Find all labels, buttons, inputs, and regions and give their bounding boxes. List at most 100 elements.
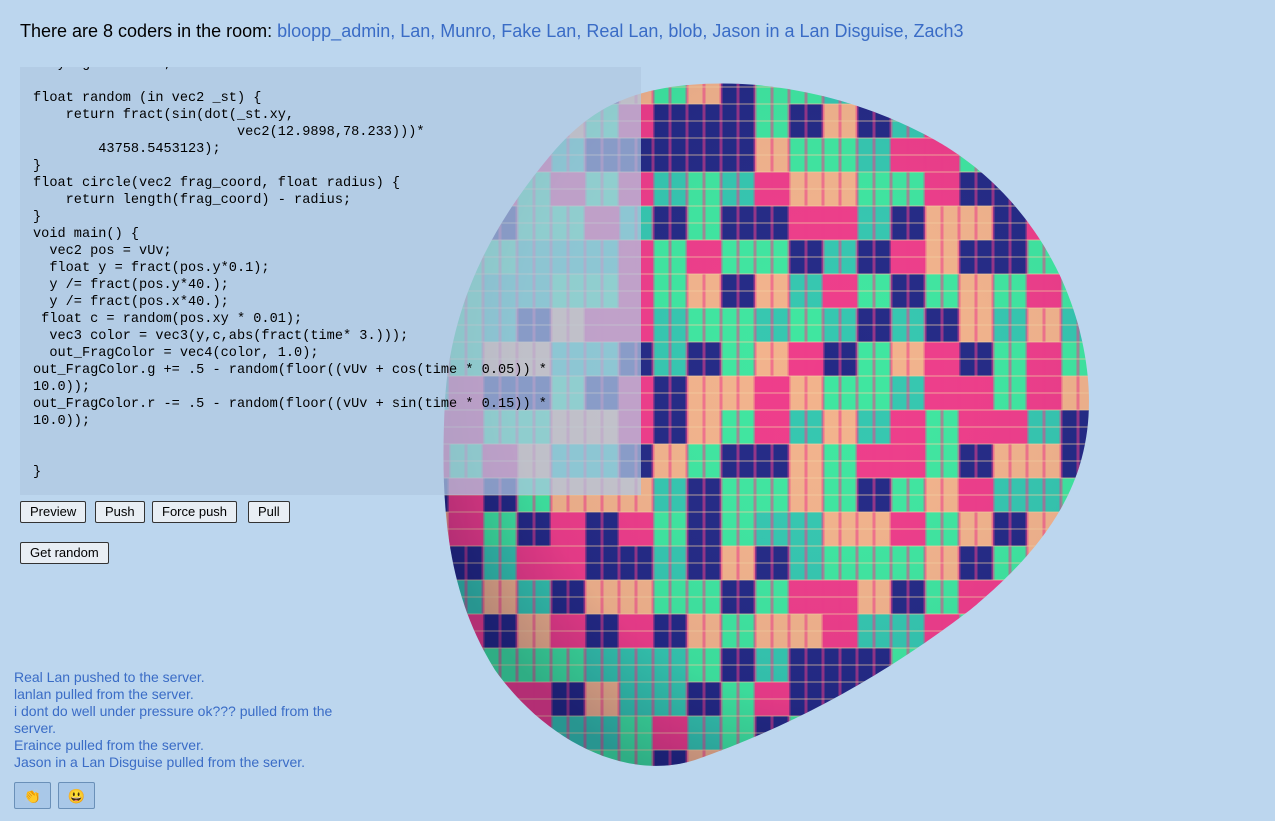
shader-cell [789, 716, 823, 750]
clapping-hands-icon: 👏 [23, 788, 42, 804]
shader-cell [1061, 206, 1089, 240]
shader-cell [1095, 648, 1105, 682]
room-header: There are 8 coders in the room: bloopp_a… [20, 21, 964, 42]
shader-cell [1095, 240, 1105, 274]
shader-cell [1095, 682, 1105, 716]
shader-cell [1027, 750, 1061, 766]
shader-cell [1095, 410, 1105, 444]
shader-cell [857, 750, 891, 766]
shader-cell [1061, 83, 1089, 104]
shader-cell [959, 104, 993, 138]
shader-cell [1061, 240, 1089, 274]
shader-cell [891, 716, 925, 750]
shader-cell [1095, 478, 1105, 512]
shader-cell [1061, 546, 1089, 580]
shader-cell [993, 138, 1027, 172]
shader-cell [1061, 104, 1089, 138]
shader-cell [1095, 104, 1105, 138]
shader-cell [1027, 138, 1061, 172]
shader-cell [1095, 546, 1105, 580]
push-button[interactable]: Push [95, 501, 145, 523]
shader-cell [857, 682, 891, 716]
shader-cell [1095, 206, 1105, 240]
shader-cell [1061, 172, 1089, 206]
shader-cell [993, 750, 1027, 766]
shader-cell [891, 682, 925, 716]
shader-cell [823, 750, 857, 766]
shader-cell [1095, 274, 1105, 308]
shader-cell [925, 83, 959, 104]
shader-cell [993, 614, 1027, 648]
shader-cell [959, 750, 993, 766]
shader-cell [483, 716, 517, 750]
shader-cell [449, 750, 483, 766]
shader-cell [1027, 716, 1061, 750]
get-random-button[interactable]: Get random [20, 542, 109, 564]
shader-cell [1095, 342, 1105, 376]
shader-cell [925, 716, 959, 750]
shader-cell [993, 682, 1027, 716]
shader-cell [517, 750, 551, 766]
shader-cell [823, 716, 857, 750]
shader-code[interactable]: varying vec2 vUv; float random (in vec2 … [33, 67, 547, 481]
force-push-button[interactable]: Force push [152, 501, 238, 523]
shader-cell [959, 716, 993, 750]
preview-button[interactable]: Preview [20, 501, 87, 523]
shader-cell [1027, 580, 1061, 614]
shader-cell [1027, 104, 1061, 138]
shader-cell [551, 750, 585, 766]
shader-cell [959, 614, 993, 648]
pull-button[interactable]: Pull [248, 501, 290, 523]
shader-cell [443, 546, 449, 580]
smiley-reaction-button[interactable]: 😃 [58, 782, 95, 809]
room-header-prefix: There are 8 coders in the room: [20, 21, 278, 41]
shader-cell [443, 648, 449, 682]
shader-cell [721, 750, 755, 766]
shader-cell [1095, 172, 1105, 206]
log-entry: Jason in a Lan Disguise pulled from the … [14, 754, 306, 770]
shader-cell [443, 512, 449, 546]
shader-cell [1027, 614, 1061, 648]
shader-cell [1095, 580, 1105, 614]
shader-cell [1027, 172, 1061, 206]
shader-cell [925, 104, 959, 138]
shader-cell [443, 580, 449, 614]
shader-cell [1027, 83, 1061, 104]
shader-cell [1095, 138, 1105, 172]
shader-cell [1061, 750, 1089, 766]
shader-cell [443, 682, 449, 716]
shader-cell [1095, 512, 1105, 546]
shader-cell [891, 750, 925, 766]
log-entry: lanlan pulled from the server. [14, 686, 194, 702]
shader-cell [1095, 444, 1105, 478]
smiley-face-icon: 😃 [67, 788, 86, 804]
log-entry: i dont do well under pressure ok??? pull… [14, 703, 333, 736]
shader-cell [1061, 614, 1089, 648]
shader-cell [1095, 308, 1105, 342]
shader-cell [483, 750, 517, 766]
shader-cell [449, 716, 483, 750]
log-entry: Real Lan pushed to the server. [14, 669, 205, 685]
shader-cell [449, 648, 483, 682]
shader-cell [1061, 716, 1089, 750]
shader-cell [959, 83, 993, 104]
shader-cell [443, 750, 449, 766]
shader-cell [443, 614, 449, 648]
shader-cell [993, 648, 1027, 682]
shader-cell [993, 83, 1027, 104]
code-editor[interactable]: varying vec2 vUv; float random (in vec2 … [20, 67, 641, 495]
shader-cell [443, 716, 449, 750]
shader-cell [1027, 648, 1061, 682]
shader-cell [857, 83, 891, 104]
shader-cell [1027, 546, 1061, 580]
shader-cell [1027, 682, 1061, 716]
shader-cell [1061, 138, 1089, 172]
shader-cell [993, 716, 1027, 750]
shader-cell [1095, 614, 1105, 648]
shader-cell [1095, 70, 1105, 104]
activity-log: Real Lan pushed to the server. lanlan pu… [14, 669, 374, 771]
clap-reaction-button[interactable]: 👏 [14, 782, 51, 809]
coder-list: bloopp_admin, Lan, Munro, Fake Lan, Real… [277, 21, 964, 41]
shader-cell [1095, 750, 1105, 770]
shader-cell [857, 716, 891, 750]
